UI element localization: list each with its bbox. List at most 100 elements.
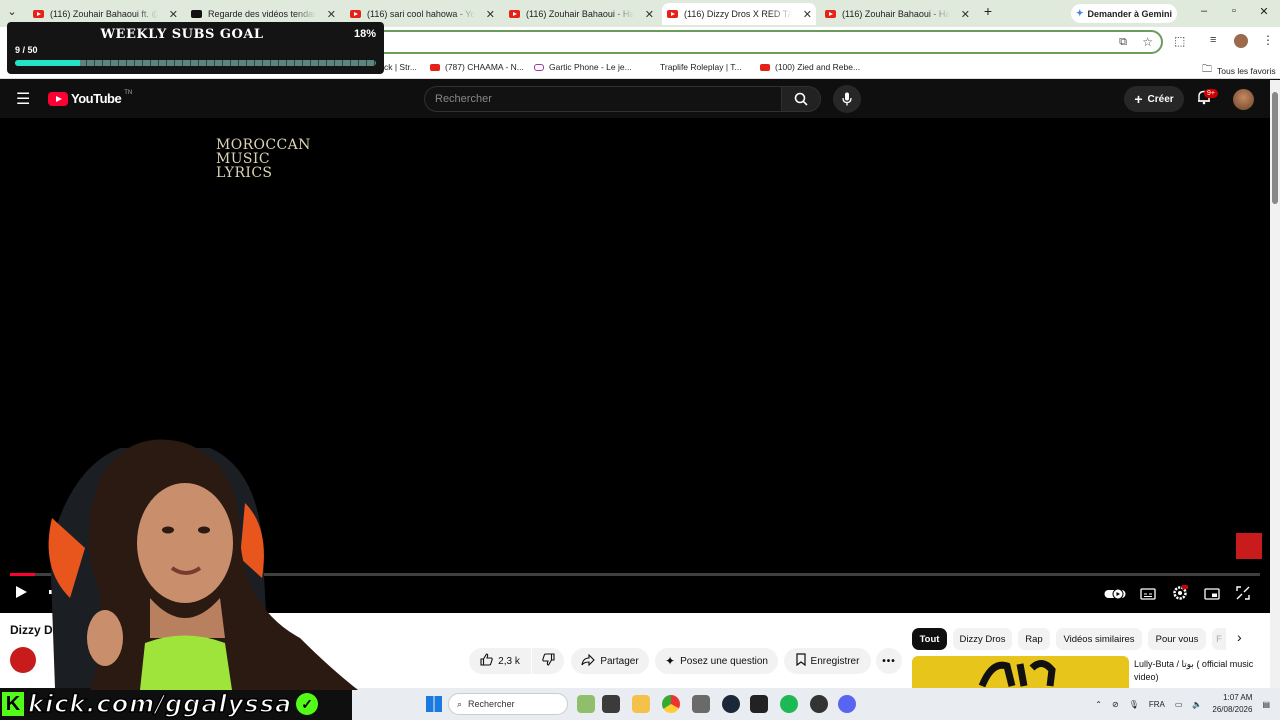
ask-gemini-label: Demander à Gemini [1087,8,1173,19]
thumbs-up-icon [480,653,493,669]
all-bookmarks-button[interactable]: 🗀 Tous les favoris [1202,62,1276,79]
tray-chevron-icon[interactable]: ⌃ [1095,700,1102,709]
bookmark-item[interactable]: Gartic Phone - Le je... [534,62,632,72]
webcam-overlay [0,408,360,690]
youtube-logo[interactable]: YouTube TN [48,90,132,106]
chip-for-you[interactable]: Pour vous [1148,628,1206,650]
sparkle-icon: ✦ [665,654,676,668]
chips-next-chevron-icon[interactable]: › [1237,629,1242,645]
tab-list-chevron-icon[interactable]: ⌄ [4,5,20,18]
browser-tab[interactable]: (116) Zouhair Bahaoui - Hasta ✕ [820,3,974,25]
extensions-icon[interactable]: ⬚ [1174,34,1185,48]
media-control-icon[interactable]: ≡ [1210,34,1216,46]
network-icon[interactable]: ⊘ [1112,700,1119,709]
fullscreen-icon[interactable] [1236,586,1250,605]
settings-gear-icon[interactable] [1172,585,1188,606]
browser-menu-icon[interactable]: ⋮ [1262,33,1274,47]
save-button[interactable]: Enregistrer [784,648,871,674]
ask-question-button[interactable]: ✦ Posez une question [655,648,778,674]
close-tab-icon[interactable]: ✕ [961,8,970,21]
steam-icon[interactable] [722,695,740,713]
bookmark-item[interactable]: ck | Str... [384,62,417,72]
notification-icon[interactable]: ▤ [1262,700,1270,709]
search-input[interactable]: Rechercher [424,86,782,112]
obs-icon[interactable] [750,695,768,713]
profile-avatar[interactable] [1234,34,1248,48]
bookmark-label: Traplife Roleplay | T... [660,62,742,72]
account-avatar[interactable] [1233,89,1254,110]
voice-search-button[interactable] [833,85,861,113]
close-tab-icon[interactable]: ✕ [803,8,812,21]
chip-dizzy-dros[interactable]: Dizzy Dros [953,628,1012,650]
scrollbar-thumb[interactable] [1272,92,1278,204]
hamburger-menu-icon[interactable]: ☰ [16,89,30,109]
chip-rap[interactable]: Rap [1018,628,1050,650]
recommendation-title[interactable]: Lully-Buta / بوتا ( official music video… [1134,658,1264,684]
speaker-icon[interactable]: 🔈 [1192,700,1202,709]
ask-question-label: Posez une question [680,655,768,667]
create-button[interactable]: + Créer [1124,86,1184,112]
thumbnail-art [978,660,1056,688]
browser-tab[interactable]: (116) Zouhair Bahaoui - Hasta ✕ [504,3,658,25]
video-overlay-text: MOROCCAN MUSIC LYRICS [216,138,311,180]
bookmark-item[interactable]: (100) Zied and Rebe... [760,62,860,72]
taskbar-search-box[interactable]: ⌕ Rechercher [448,693,568,715]
app-icon[interactable] [810,695,828,713]
chip-similar-videos[interactable]: Vidéos similaires [1056,628,1142,650]
youtube-play-icon [48,91,68,106]
close-tab-icon[interactable]: ✕ [645,8,654,21]
dislike-button[interactable] [532,648,564,674]
tab-title: (116) Zouhair Bahaoui - Hasta [842,9,950,19]
youtube-header: ☰ YouTube TN Rechercher + Créer [0,80,1270,118]
microphone-tray-icon[interactable]: 🎙 [1129,700,1139,709]
more-actions-button[interactable]: ••• [876,648,902,674]
install-app-icon[interactable]: ⧉ [1119,36,1127,49]
channel-watermark[interactable] [1236,533,1262,559]
monitor-icon[interactable]: ▭ [1175,700,1183,709]
bookmark-item[interactable]: (787) CHAAMA - N... [430,62,524,72]
tab-title: (116) Zouhair Bahaoui ft. @_La [50,9,158,19]
close-tab-icon[interactable]: ✕ [169,8,178,21]
autoplay-toggle[interactable] [1104,587,1126,605]
close-tab-icon[interactable]: ✕ [327,8,336,21]
recommendation-thumbnail[interactable] [912,656,1129,688]
subs-goal-count: 9 / 50 [15,45,38,55]
ask-gemini-button[interactable]: ✦ Demander à Gemini [1071,4,1177,23]
chrome-icon[interactable] [662,695,680,713]
widgets-icon[interactable] [577,695,595,713]
subs-goal-percent: 18% [353,28,376,40]
task-view-icon[interactable] [602,695,620,713]
miniplayer-icon[interactable] [1204,587,1220,605]
search-button[interactable] [781,86,821,112]
windows-taskbar: ⌕ Rechercher ⌃ ⊘ 🎙 FRA ▭ 🔈 1:07 AM 26/08… [352,688,1280,720]
share-button[interactable]: Partager [571,648,649,674]
like-button[interactable]: 2,3 k [469,648,531,674]
close-window-icon[interactable]: ✕ [1256,5,1272,18]
file-explorer-icon[interactable] [632,695,650,713]
bookmark-star-icon[interactable]: ☆ [1142,35,1153,49]
windows-start-icon[interactable] [426,696,442,712]
browser-tab[interactable]: (116) Dizzy Dros X RED TAPE - ✕ [662,3,816,25]
language-indicator[interactable]: FRA [1149,700,1165,709]
new-tab-plus-icon[interactable]: + [980,3,996,19]
chip-partial[interactable]: F [1212,628,1226,650]
bookmark-label: Gartic Phone - Le je... [549,62,632,72]
clock[interactable]: 1:07 AM 26/08/2026 [1212,692,1252,716]
chip-all[interactable]: Tout [912,628,947,650]
bookmark-label: ck | Str... [384,62,417,72]
save-label: Enregistrer [810,655,860,667]
bookmark-item[interactable]: Traplife Roleplay | T... [660,62,742,72]
tab-title: (116) sari cool hahowa - YouTu [367,9,475,19]
subs-goal-title: WEEKLY SUBS GOAL [100,27,264,42]
share-arrow-icon [581,653,596,669]
restore-icon[interactable]: ▫ [1226,5,1242,17]
page-scrollbar[interactable] [1270,80,1280,690]
discord-icon[interactable] [838,695,856,713]
notification-count-badge: 9+ [1204,89,1218,98]
spotify-icon[interactable] [780,695,798,713]
minimize-icon[interactable]: – [1196,5,1212,17]
close-tab-icon[interactable]: ✕ [486,8,495,21]
snipping-tool-icon[interactable] [692,695,710,713]
subtitles-icon[interactable] [1140,587,1156,605]
youtube-icon [667,10,678,18]
